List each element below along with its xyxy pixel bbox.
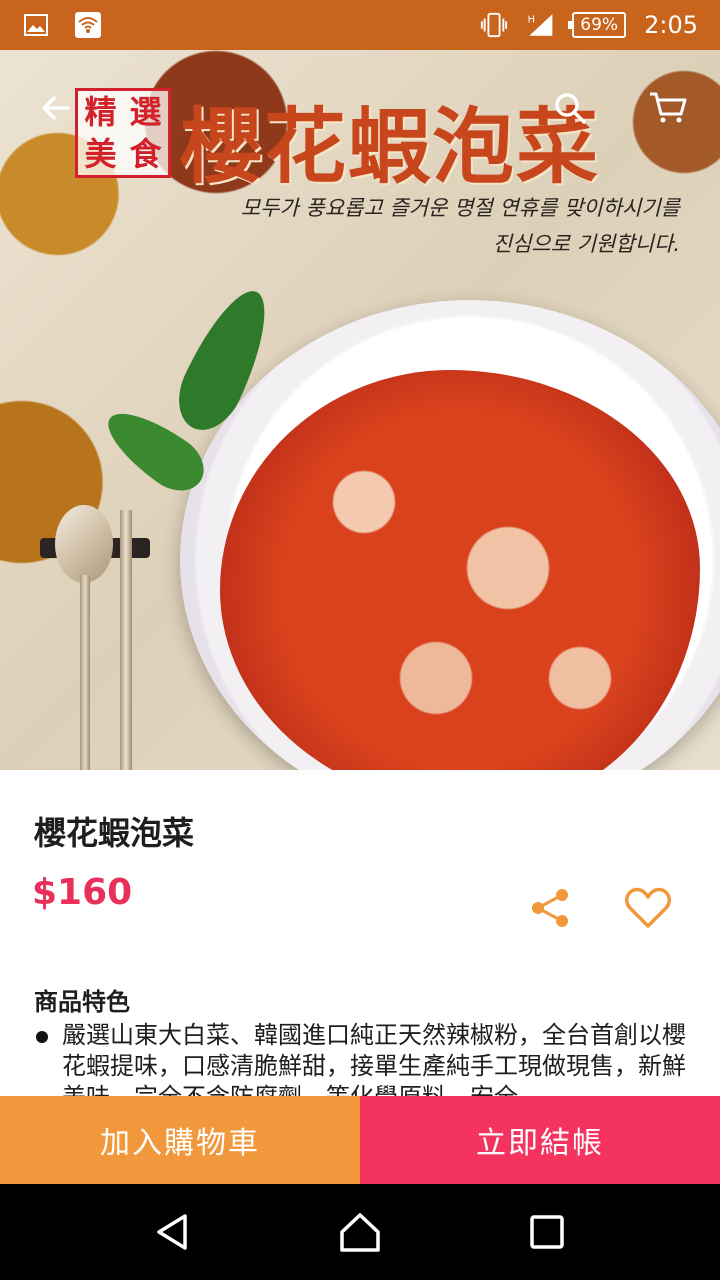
nav-home-icon bbox=[340, 1213, 380, 1252]
battery-indicator: 69% bbox=[568, 12, 627, 38]
share-icon bbox=[532, 889, 568, 927]
cart-button[interactable] bbox=[646, 86, 690, 130]
product-hero-image: 精 選 美 食 櫻花蝦泡菜 모두가 풍요롭고 즐거운 명절 연휴를 맞이하시기를… bbox=[0, 50, 720, 770]
status-bar: H 69% 2:05 bbox=[0, 0, 720, 50]
system-nav-bar bbox=[0, 1184, 720, 1280]
hero-subtitle-line: 진심으로 기원합니다. bbox=[492, 232, 680, 256]
nav-recents-icon bbox=[529, 1215, 564, 1249]
bottom-action-bar: 加入購物車 立即結帳 bbox=[0, 1096, 720, 1184]
clock: 2:05 bbox=[644, 11, 698, 39]
signal-icon: H bbox=[526, 11, 554, 39]
kimchi-illustration bbox=[220, 370, 700, 770]
back-button[interactable] bbox=[34, 86, 78, 130]
nav-recents-button[interactable] bbox=[517, 1202, 577, 1262]
spoon-illustration bbox=[55, 505, 113, 583]
feature-item: 嚴選山東大白菜、韓國進口純正天然辣椒粉，全台首創以櫻花蝦提味，口感清脆鮮甜，接單… bbox=[34, 1020, 694, 1096]
svg-text:H: H bbox=[528, 15, 535, 26]
gallery-notification-icon bbox=[22, 11, 50, 39]
stamp-char: 食 bbox=[129, 135, 162, 173]
hero-subtitle: 모두가 풍요롭고 즐거운 명절 연휴를 맞이하시기를 진심으로 기원합니다. bbox=[110, 190, 680, 262]
features-heading: 商品特色 bbox=[34, 988, 130, 1016]
hero-subtitle-line: 모두가 풍요롭고 즐거운 명절 연휴를 맞이하시기를 bbox=[240, 196, 680, 220]
search-icon bbox=[555, 93, 586, 124]
checkout-button[interactable]: 立即結帳 bbox=[360, 1096, 720, 1184]
product-name: 櫻花蝦泡菜 bbox=[34, 814, 195, 852]
cart-icon bbox=[650, 92, 687, 123]
product-price: $160 bbox=[32, 872, 133, 913]
brand-stamp: 精 選 美 食 bbox=[75, 88, 171, 178]
add-to-cart-button[interactable]: 加入購物車 bbox=[0, 1096, 360, 1184]
nav-back-button[interactable] bbox=[143, 1202, 203, 1262]
wifi-notification-icon bbox=[74, 11, 102, 39]
nav-home-button[interactable] bbox=[330, 1202, 390, 1262]
spoon-handle-illustration bbox=[80, 575, 90, 770]
nav-back-icon bbox=[157, 1214, 188, 1250]
vibrate-icon bbox=[480, 11, 508, 39]
search-button[interactable] bbox=[548, 86, 592, 130]
feature-list: 嚴選山東大白菜、韓國進口純正天然辣椒粉，全台首創以櫻花蝦提味，口感清脆鮮甜，接單… bbox=[34, 1020, 694, 1096]
heart-icon bbox=[625, 887, 671, 928]
hero-title: 櫻花蝦泡菜 bbox=[180, 99, 601, 195]
favorite-button[interactable] bbox=[620, 880, 676, 936]
stamp-char: 選 bbox=[129, 93, 162, 131]
stamp-char: 精 bbox=[84, 93, 117, 131]
share-button[interactable] bbox=[522, 880, 578, 936]
stamp-char: 美 bbox=[84, 135, 117, 173]
chopstick-illustration bbox=[120, 510, 132, 770]
back-arrow-icon bbox=[42, 96, 70, 120]
